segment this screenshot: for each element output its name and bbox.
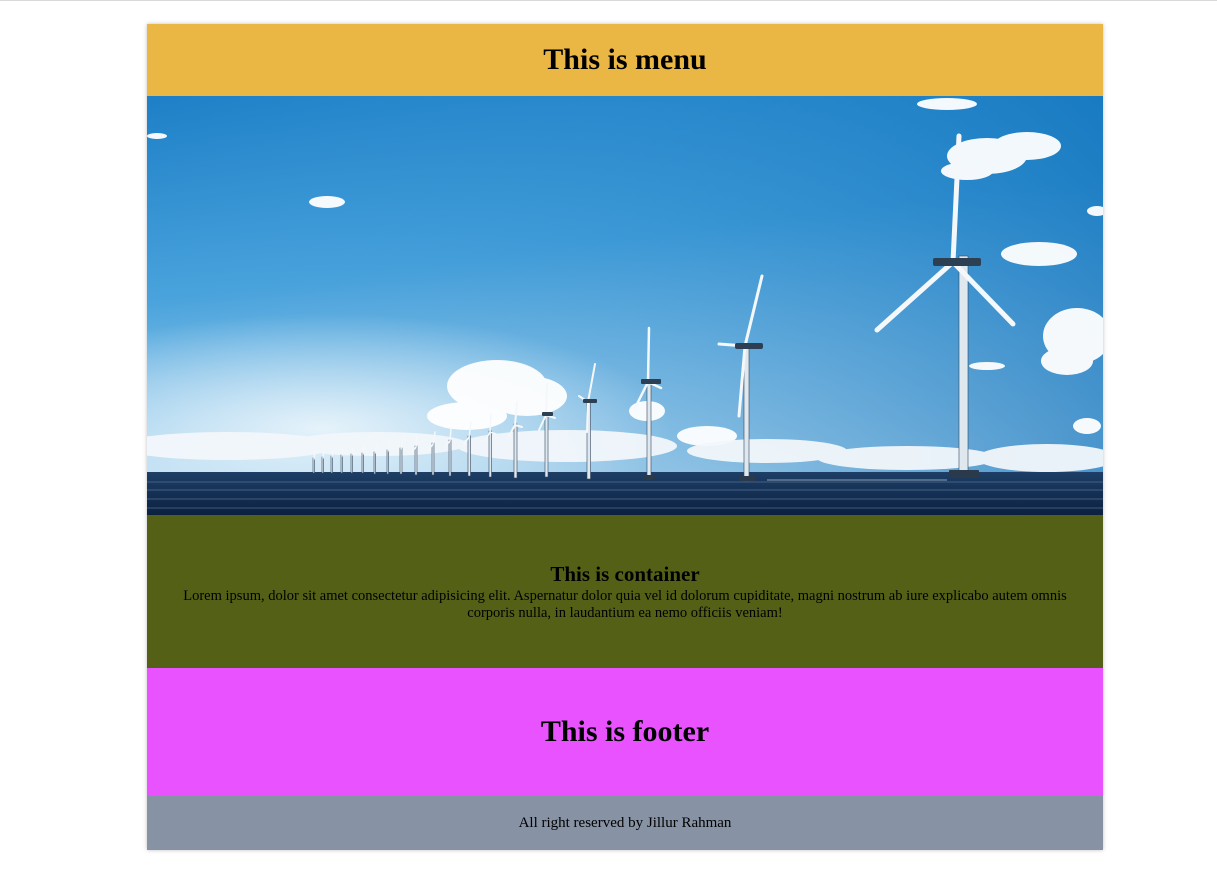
footer-title: This is footer — [540, 715, 710, 748]
copyright-text: All right reserved by Jillur Rahman — [518, 814, 732, 831]
container-text: Lorem ipsum, dolor sit amet consectetur … — [183, 587, 1067, 621]
footer-section: This is footer — [147, 668, 1103, 796]
menu-title: This is menu — [543, 43, 707, 76]
copyright-bar: All right reserved by Jillur Rahman — [147, 796, 1103, 850]
top-border-line — [0, 0, 1217, 1]
container-section: This is container Lorem ipsum, dolor sit… — [147, 515, 1103, 668]
wind-turbines-image — [147, 96, 1103, 515]
menu-section: This is menu — [147, 24, 1103, 96]
container-heading: This is container — [550, 561, 700, 586]
page-wrapper: This is menu This is container Lorem ips… — [147, 24, 1103, 850]
banner-image — [147, 96, 1103, 515]
